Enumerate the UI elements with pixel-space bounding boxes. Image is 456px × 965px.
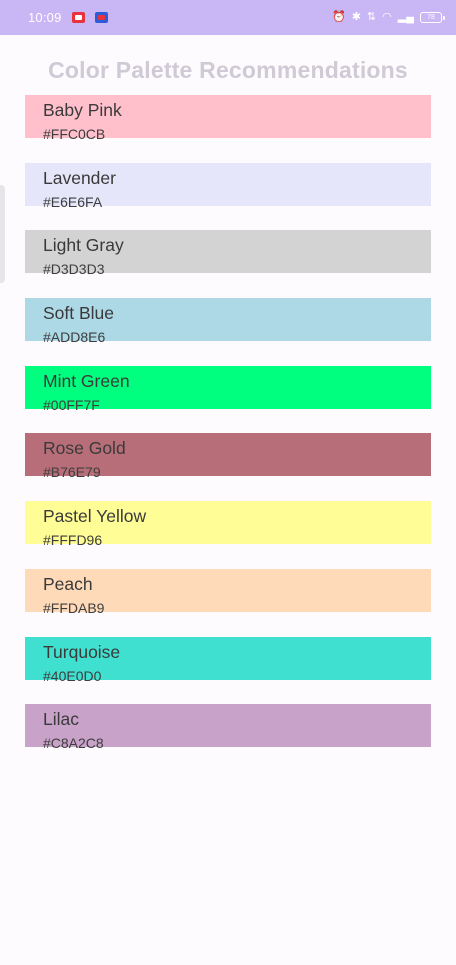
swatch-name: Baby Pink (43, 100, 122, 120)
swatch-name: Mint Green (43, 370, 130, 391)
swatch-hex: #00FF7F (43, 396, 100, 413)
status-time: 10:09 (28, 10, 62, 25)
data-icon: ⇅ (366, 11, 377, 23)
swatch-hex: #E6E6FA (43, 193, 103, 210)
swatch-lavender: Lavender #E6E6FA (25, 162, 431, 210)
swatch-hex: #40E0D0 (43, 667, 102, 684)
battery-icon: 78 (420, 12, 445, 23)
palette-list: Baby Pink #FFC0CB Lavender #E6E6FA Light… (25, 95, 431, 772)
signal-icon: ▂▄ (397, 11, 414, 23)
swatch-hex: #B76E79 (43, 464, 101, 481)
swatch-name: Light Gray (43, 235, 124, 256)
alarm-icon: ⏰ (331, 11, 346, 23)
swatch-hex: #FFDAB9 (43, 599, 105, 616)
swatch-name: Turquoise (43, 641, 121, 662)
swatch-pastel-yellow: Pastel Yellow #FFFD96 (25, 501, 431, 548)
swatch-turquoise: Turquoise #40E0D0 (25, 636, 431, 684)
swatch-light-gray: Light Gray #D3D3D3 (25, 230, 431, 277)
swatch-soft-blue: Soft Blue #ADD8E6 (25, 298, 431, 345)
swatch-name: Peach (43, 573, 93, 594)
wifi-icon: ◠ (382, 11, 392, 23)
swatch-hex: #ADD8E6 (43, 329, 106, 346)
notification-app-icon (71, 12, 85, 23)
swatch-rose-gold: Rose Gold #B76E79 (25, 433, 431, 480)
swatch-hex: #FFFD96 (43, 532, 103, 549)
swatch-hex: #FFC0CB (43, 126, 106, 142)
swatch-name: Rose Gold (43, 438, 126, 459)
swatch-baby-pink: Baby Pink #FFC0CB (25, 95, 431, 142)
edge-panel-handle[interactable] (0, 185, 5, 283)
swatch-hex: #D3D3D3 (43, 261, 105, 278)
swatch-mint-green: Mint Green #00FF7F (25, 365, 431, 413)
swatch-peach: Peach #FFDAB9 (25, 568, 431, 616)
page-title: Color Palette Recommendations (48, 57, 408, 83)
status-left: 10:09 (28, 10, 108, 25)
swatch-name: Lilac (43, 709, 79, 730)
swatch-hex: #C8A2C8 (43, 735, 104, 752)
swatch-lilac: Lilac #C8A2C8 (25, 704, 431, 751)
swatch-name: Soft Blue (43, 303, 115, 324)
status-bar: 10:09 ⏰ ✱ ⇅ ◠ ▂▄ 78 (0, 0, 456, 35)
notification-app-icon (94, 12, 108, 23)
app-screen: 10:09 ⏰ ✱ ⇅ ◠ ▂▄ 78 Color Palette Recomm… (0, 0, 456, 965)
swatch-name: Lavender (43, 167, 116, 188)
status-right: ⏰ ✱ ⇅ ◠ ▂▄ 78 (331, 11, 445, 23)
bluetooth-icon: ✱ (351, 11, 361, 23)
swatch-name: Pastel Yellow (43, 506, 147, 527)
